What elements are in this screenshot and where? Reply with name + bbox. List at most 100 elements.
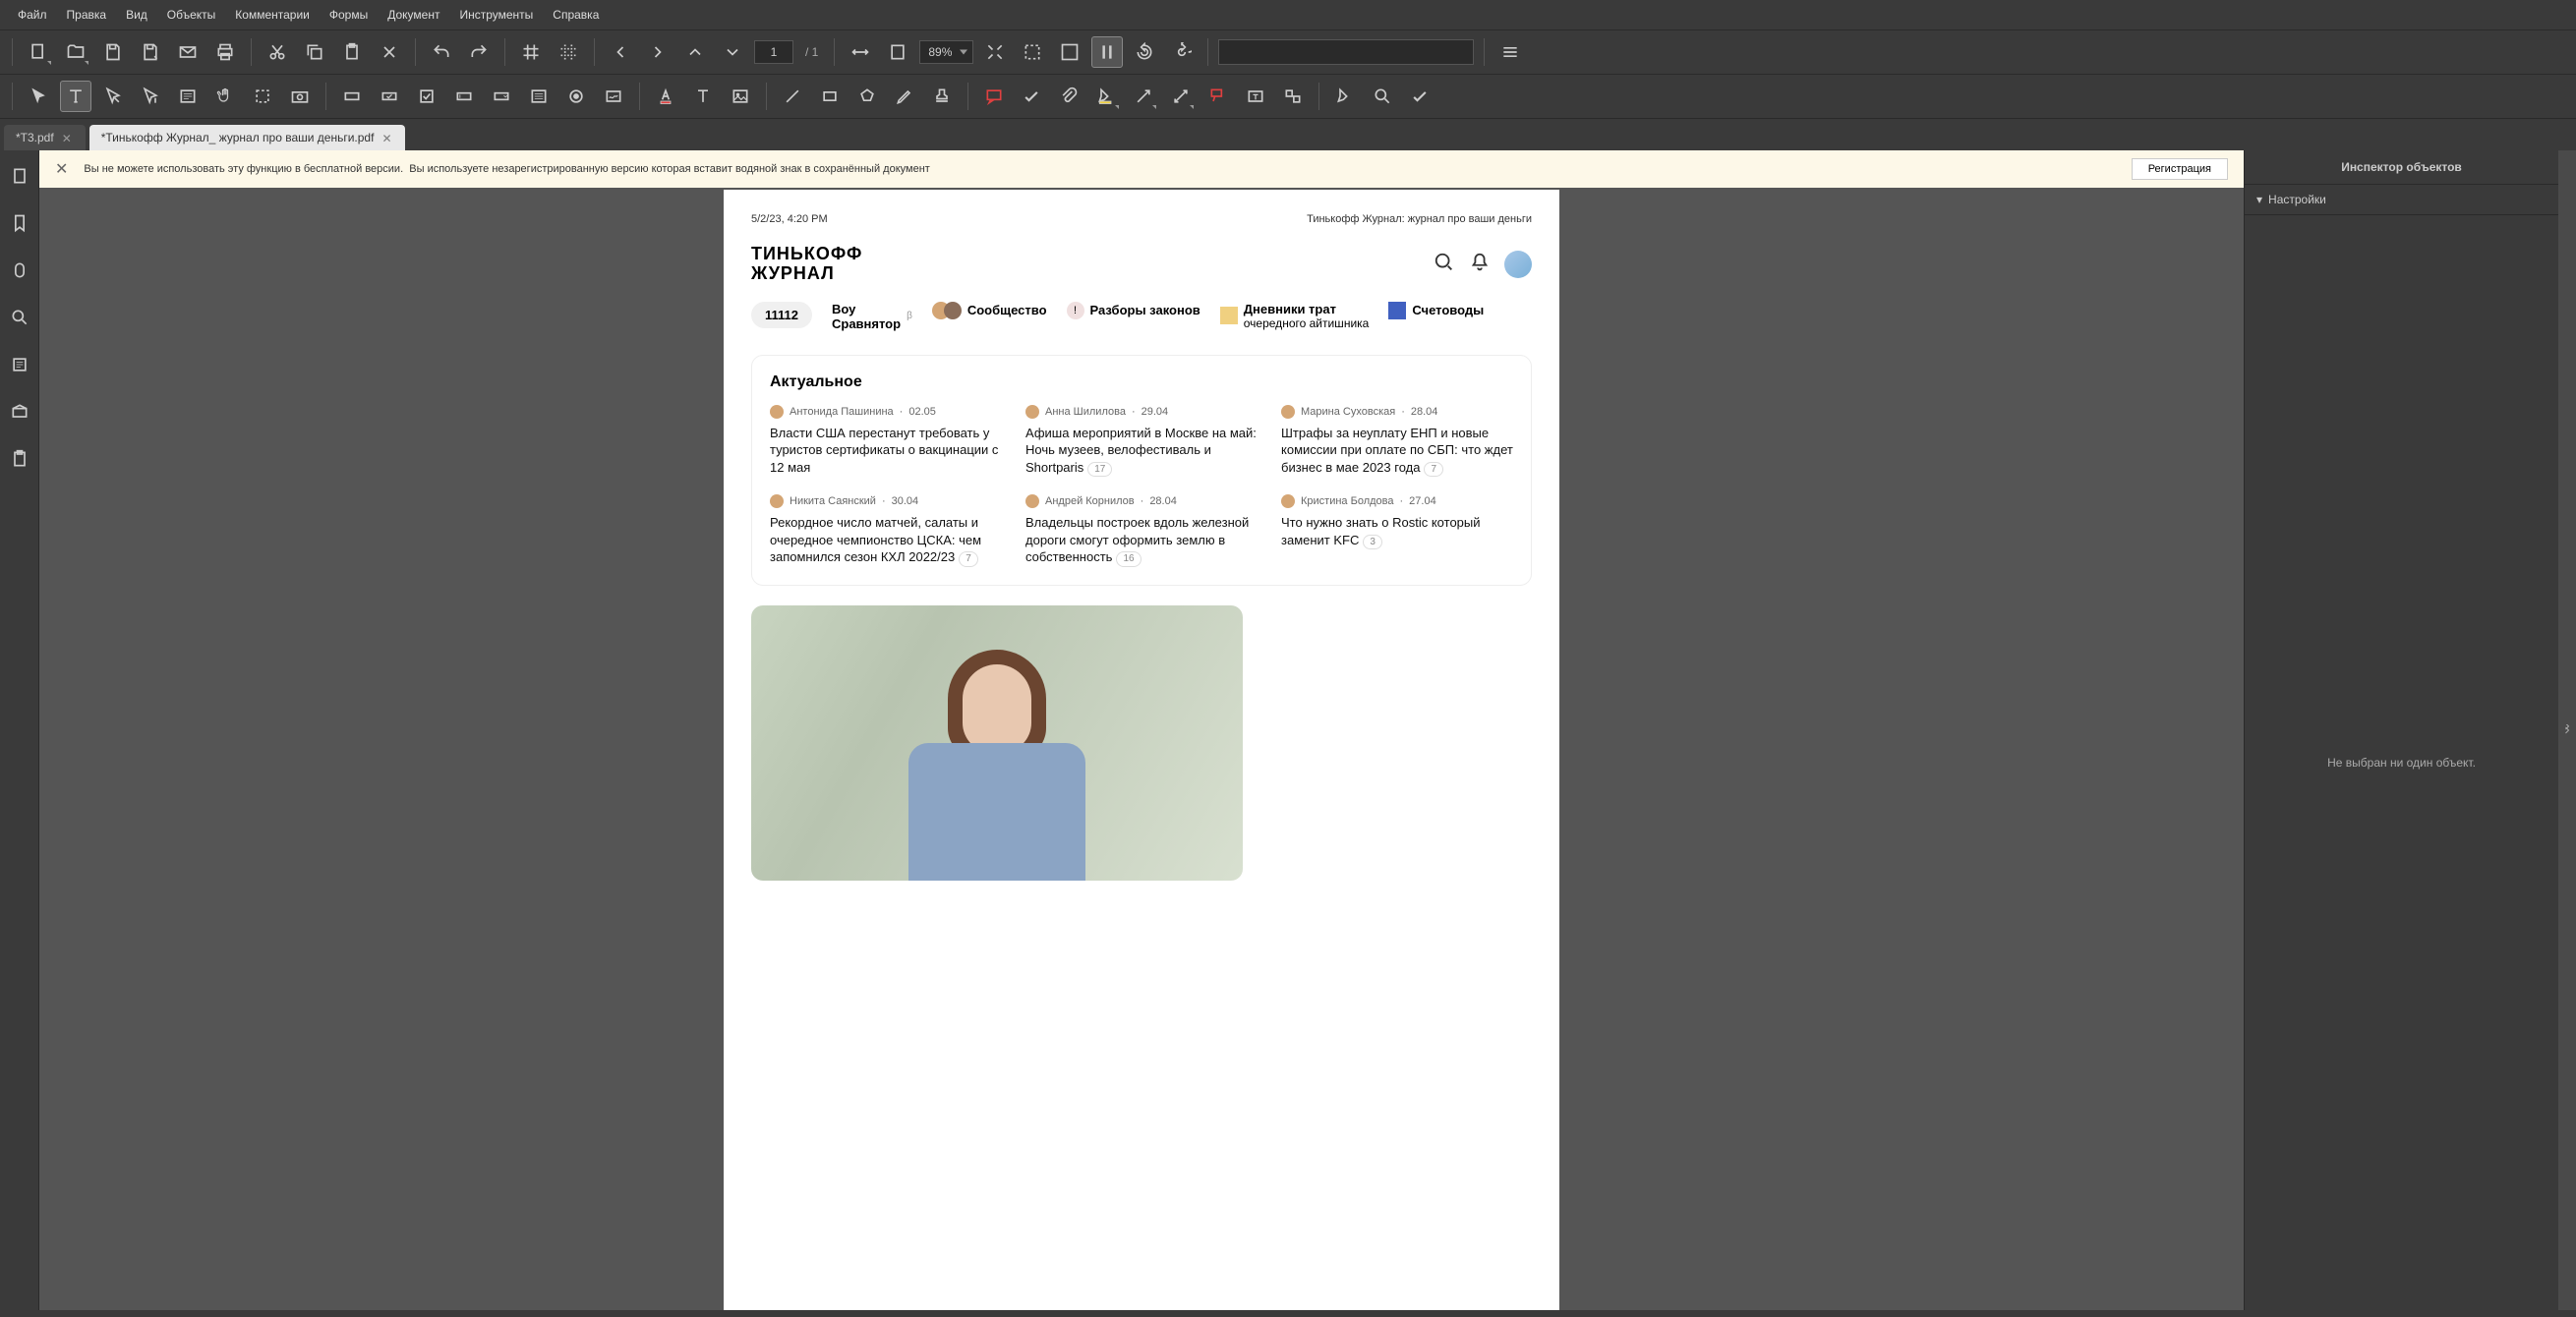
menu-tools[interactable]: Инструменты xyxy=(449,4,543,26)
zoom-select[interactable]: 89% xyxy=(919,40,973,64)
checkmark-tool[interactable] xyxy=(1016,81,1047,112)
snapshot-tool[interactable] xyxy=(284,81,316,112)
hero-image xyxy=(751,605,1243,881)
collapse-inspector-button[interactable] xyxy=(2558,150,2576,1310)
tab-tinkoff[interactable]: *Тинькофф Журнал_ журнал про ваши деньги… xyxy=(89,125,406,150)
callout-tool[interactable] xyxy=(1202,81,1234,112)
button-tool[interactable] xyxy=(374,81,405,112)
document-viewport[interactable]: ✕ Вы не можете использовать эту функцию … xyxy=(39,150,2244,1310)
check-tool[interactable] xyxy=(1404,81,1435,112)
text-color-tool[interactable] xyxy=(650,81,681,112)
find-tool[interactable] xyxy=(1367,81,1398,112)
fit-width-button[interactable] xyxy=(845,36,876,68)
close-icon[interactable]: ✕ xyxy=(62,132,74,143)
print-button[interactable] xyxy=(209,36,241,68)
inspector-settings-section[interactable]: ▾ Настройки xyxy=(2245,185,2558,215)
actual-size-button[interactable] xyxy=(979,36,1011,68)
text-box-tool[interactable] xyxy=(1240,81,1271,112)
tab-label: *T3.pdf xyxy=(16,131,54,144)
menu-document[interactable]: Документ xyxy=(378,4,449,26)
open-button[interactable] xyxy=(60,36,91,68)
page-title: Тинькофф Журнал: журнал про ваши деньги xyxy=(1307,213,1532,225)
signature-tool[interactable] xyxy=(598,81,629,112)
grid-button[interactable] xyxy=(515,36,547,68)
polygon-annot-tool[interactable] xyxy=(851,81,883,112)
radio-tool[interactable] xyxy=(560,81,592,112)
register-button[interactable]: Регистрация xyxy=(2132,158,2228,180)
checkbox-tool[interactable] xyxy=(411,81,442,112)
attachment-tool[interactable] xyxy=(1053,81,1084,112)
redo-button[interactable] xyxy=(463,36,495,68)
search-input[interactable] xyxy=(1218,39,1474,65)
search-panel-button[interactable] xyxy=(2,300,37,335)
edit-tool[interactable] xyxy=(97,81,129,112)
align-tool[interactable] xyxy=(1277,81,1309,112)
comment-tool[interactable] xyxy=(978,81,1010,112)
paste-button[interactable] xyxy=(336,36,368,68)
fit-visible-button[interactable] xyxy=(1017,36,1048,68)
hamburger-button[interactable] xyxy=(1494,36,1526,68)
hand-tool[interactable] xyxy=(209,81,241,112)
save-as-button[interactable] xyxy=(135,36,166,68)
snap-grid-button[interactable] xyxy=(553,36,584,68)
bookmarks-panel-button[interactable] xyxy=(2,205,37,241)
highlight-tool[interactable] xyxy=(1090,81,1122,112)
fit-page-button[interactable] xyxy=(882,36,913,68)
stamp-tool[interactable] xyxy=(926,81,958,112)
text-tool[interactable] xyxy=(687,81,719,112)
pencil-annot-tool[interactable] xyxy=(889,81,920,112)
menu-objects[interactable]: Объекты xyxy=(157,4,226,26)
menu-help[interactable]: Справка xyxy=(543,4,609,26)
attachments-panel-button[interactable] xyxy=(2,253,37,288)
article-item: Антонида Пашинина·02.05 Власти США перес… xyxy=(770,405,1002,478)
rotate-cw-button[interactable] xyxy=(1166,36,1198,68)
close-icon[interactable]: ✕ xyxy=(55,159,68,179)
menu-view[interactable]: Вид xyxy=(116,4,157,26)
menu-edit[interactable]: Правка xyxy=(57,4,117,26)
image-tool[interactable] xyxy=(725,81,756,112)
delete-button[interactable] xyxy=(374,36,405,68)
page-number-input[interactable] xyxy=(754,40,793,64)
text-select-tool[interactable] xyxy=(60,81,91,112)
textfield-tool[interactable] xyxy=(448,81,480,112)
vertical-text-tool[interactable] xyxy=(135,81,166,112)
measure-tool[interactable] xyxy=(1165,81,1197,112)
layers-panel-button[interactable] xyxy=(2,347,37,382)
cut-button[interactable] xyxy=(262,36,293,68)
menu-file[interactable]: Файл xyxy=(8,4,57,26)
rect-annot-tool[interactable] xyxy=(814,81,846,112)
prev-page-button[interactable] xyxy=(605,36,636,68)
form-tool[interactable] xyxy=(172,81,204,112)
link-tool[interactable] xyxy=(336,81,368,112)
inspector-panel: Инспектор объектов ▾ Настройки Не выбран… xyxy=(2244,150,2558,1310)
menu-bar: Файл Правка Вид Объекты Комментарии Форм… xyxy=(0,0,2576,30)
next-page-button[interactable] xyxy=(642,36,673,68)
crop-tool[interactable] xyxy=(247,81,278,112)
clipboard-panel-button[interactable] xyxy=(2,441,37,477)
page-up-button[interactable] xyxy=(679,36,711,68)
arrow-tool[interactable] xyxy=(1128,81,1159,112)
signatures-panel-button[interactable] xyxy=(2,394,37,429)
menu-comments[interactable]: Комментарии xyxy=(225,4,320,26)
menu-forms[interactable]: Формы xyxy=(320,4,378,26)
tab-t3[interactable]: *T3.pdf ✕ xyxy=(4,125,86,150)
listbox-tool[interactable] xyxy=(523,81,555,112)
thumbnails-panel-button[interactable] xyxy=(2,158,37,194)
dropdown-tool[interactable] xyxy=(486,81,517,112)
sidebar-left xyxy=(0,150,39,1310)
warning-banner: ✕ Вы не можете использовать эту функцию … xyxy=(39,150,2244,188)
line-annot-tool[interactable] xyxy=(777,81,808,112)
save-button[interactable] xyxy=(97,36,129,68)
undo-button[interactable] xyxy=(426,36,457,68)
marker-tool[interactable] xyxy=(1329,81,1361,112)
layout-mode-button[interactable] xyxy=(1091,36,1123,68)
pointer-tool[interactable] xyxy=(23,81,54,112)
close-icon[interactable]: ✕ xyxy=(381,132,393,143)
new-doc-button[interactable] xyxy=(23,36,54,68)
rotate-ccw-button[interactable] xyxy=(1129,36,1160,68)
copy-button[interactable] xyxy=(299,36,330,68)
email-button[interactable] xyxy=(172,36,204,68)
inspector-title: Инспектор объектов xyxy=(2245,150,2558,185)
page-down-button[interactable] xyxy=(717,36,748,68)
fullscreen-button[interactable] xyxy=(1054,36,1085,68)
